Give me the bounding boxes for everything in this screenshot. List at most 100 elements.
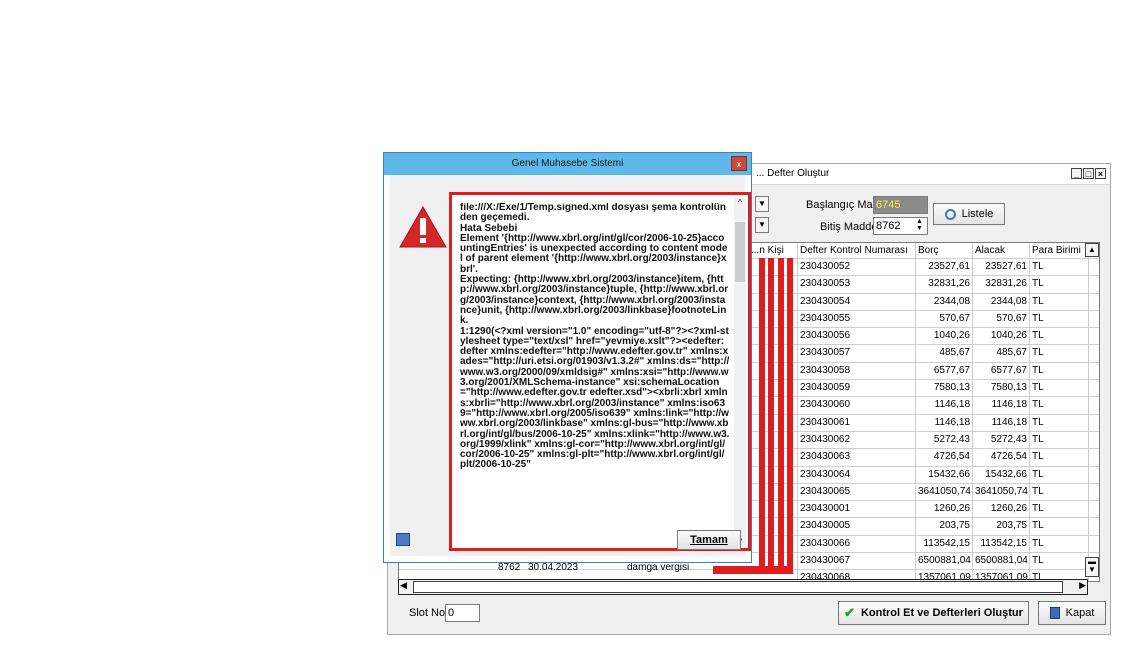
table-cell[interactable]: 15432,66 [973,466,1030,484]
table-cell[interactable]: TL [1030,345,1089,363]
table-cell[interactable] [1089,484,1099,502]
tamam-button[interactable]: Tamam [677,530,741,550]
table-cell[interactable]: TL [1030,276,1089,294]
table-cell[interactable] [1089,259,1099,277]
table-cell[interactable]: 6500881,04 [916,553,973,571]
table-cell[interactable]: 230430066 [798,535,916,554]
table-cell[interactable]: 15432,66 [916,466,973,484]
table-cell[interactable] [1089,518,1099,536]
table-cell[interactable] [1089,432,1099,450]
table-cell[interactable]: TL [1030,362,1089,381]
table-cell[interactable]: TL [1030,328,1089,346]
copy-icon[interactable] [396,533,410,546]
table-cell[interactable]: 203,75 [916,518,973,536]
table-cell[interactable]: 6577,67 [973,362,1030,381]
table-cell[interactable]: 485,67 [916,345,973,363]
table-cell[interactable]: 570,67 [973,310,1030,329]
table-cell[interactable]: TL [1030,310,1089,329]
table-cell[interactable]: 230430062 [798,431,916,450]
table-cell[interactable]: 5272,43 [916,431,973,450]
table-cell[interactable]: 230430060 [798,397,916,415]
table-cell[interactable] [1089,415,1099,432]
table-cell[interactable]: 3641050,74 [916,483,973,502]
scroll-up-icon[interactable]: ▲ [1085,243,1099,257]
table-cell[interactable]: 2344,08 [973,293,1030,311]
kapat-button[interactable]: Kapat [1038,601,1106,625]
table-cell[interactable]: 485,67 [973,345,1030,363]
table-cell[interactable]: 5272,43 [973,431,1030,450]
table-cell[interactable]: 113542,15 [973,535,1030,554]
table-cell[interactable] [1089,363,1099,381]
dropdown-arrow-icon[interactable]: ▼ [755,196,769,212]
table-cell[interactable]: 230430005 [798,518,916,536]
table-cell[interactable]: 1260,26 [973,501,1030,519]
table-cell[interactable]: TL [1030,259,1089,277]
table-cell[interactable]: 570,67 [916,310,973,329]
table-cell[interactable]: TL [1030,431,1089,450]
table-cell[interactable] [1089,276,1099,294]
table-cell[interactable]: 1146,18 [916,414,973,432]
table-cell[interactable]: 230430064 [798,466,916,484]
table-cell[interactable]: TL [1030,397,1089,415]
table-cell[interactable]: 32831,26 [973,276,1030,294]
col-header-defter-no[interactable]: Defter Kontrol Numarası [798,243,916,259]
table-cell[interactable]: 4726,54 [973,449,1030,467]
table-cell[interactable] [1089,345,1099,363]
table-cell[interactable]: TL [1030,380,1089,398]
table-cell[interactable]: 230430061 [798,414,916,432]
table-cell[interactable]: TL [1030,501,1089,519]
listele-button[interactable]: Listele [933,203,1005,225]
table-cell[interactable]: 203,75 [973,518,1030,536]
table-cell[interactable] [1089,501,1099,519]
table-cell[interactable]: 230430001 [798,501,916,519]
dropdown-arrow-icon[interactable]: ▼ [755,217,769,233]
scroll-up-icon[interactable]: ^ [734,198,746,207]
table-cell[interactable] [1089,311,1099,329]
col-header-borc[interactable]: Borç [916,243,973,259]
table-cell[interactable] [1089,380,1099,398]
table-cell[interactable]: TL [1030,483,1089,502]
table-cell[interactable]: 7580,13 [916,380,973,398]
scroll-down-icon[interactable]: ▬ ▼ [1085,557,1099,577]
table-cell[interactable]: 4726,54 [916,449,973,467]
table-cell[interactable]: TL [1030,466,1089,484]
table-cell[interactable]: 32831,26 [916,276,973,294]
table-cell[interactable]: TL [1030,414,1089,432]
table-cell[interactable]: 230430058 [798,362,916,381]
close-button[interactable]: × [1095,168,1106,179]
table-cell[interactable] [1089,449,1099,467]
scroll-right-icon[interactable]: ▶ [1079,580,1086,591]
table-cell[interactable]: TL [1030,535,1089,554]
table-cell[interactable] [1089,328,1099,346]
table-cell[interactable] [1089,294,1099,311]
table-cell[interactable]: 230430054 [798,293,916,311]
table-cell[interactable]: TL [1030,553,1089,571]
message-scrollbar[interactable]: ^ v [734,198,746,545]
table-cell[interactable]: TL [1030,293,1089,311]
table-cell[interactable]: 6500881,04 [973,553,1030,571]
maximize-button[interactable]: □ [1083,168,1094,179]
col-header-para-birimi[interactable]: Para Birimi [1030,243,1089,259]
table-cell[interactable]: 7580,13 [973,380,1030,398]
message-scroll-thumb[interactable] [735,222,745,282]
table-cell[interactable]: 113542,15 [916,535,973,554]
table-cell[interactable] [1089,536,1099,554]
table-cell[interactable]: 2344,08 [916,293,973,311]
scroll-thumb[interactable] [413,581,1063,593]
table-cell[interactable]: 230430057 [798,345,916,363]
minimize-button[interactable]: _ [1071,168,1082,179]
table-cell[interactable]: 1260,26 [916,501,973,519]
table-cell[interactable]: TL [1030,518,1089,536]
table-cell[interactable]: 1146,18 [916,397,973,415]
table-cell[interactable] [1089,397,1099,415]
horizontal-scrollbar[interactable]: ◀ ▶ [398,579,1088,595]
table-cell[interactable]: 1146,18 [973,397,1030,415]
table-cell[interactable] [1089,467,1099,484]
table-cell[interactable]: 23527,61 [916,259,973,277]
table-cell[interactable]: 230430056 [798,328,916,346]
spin-arrows-icon[interactable]: ▲ ▼ [916,218,923,232]
table-cell[interactable]: 1146,18 [973,414,1030,432]
table-cell[interactable]: 230430053 [798,276,916,294]
col-header-alacak[interactable]: Alacak [973,243,1030,259]
table-cell[interactable]: 1040,26 [916,328,973,346]
